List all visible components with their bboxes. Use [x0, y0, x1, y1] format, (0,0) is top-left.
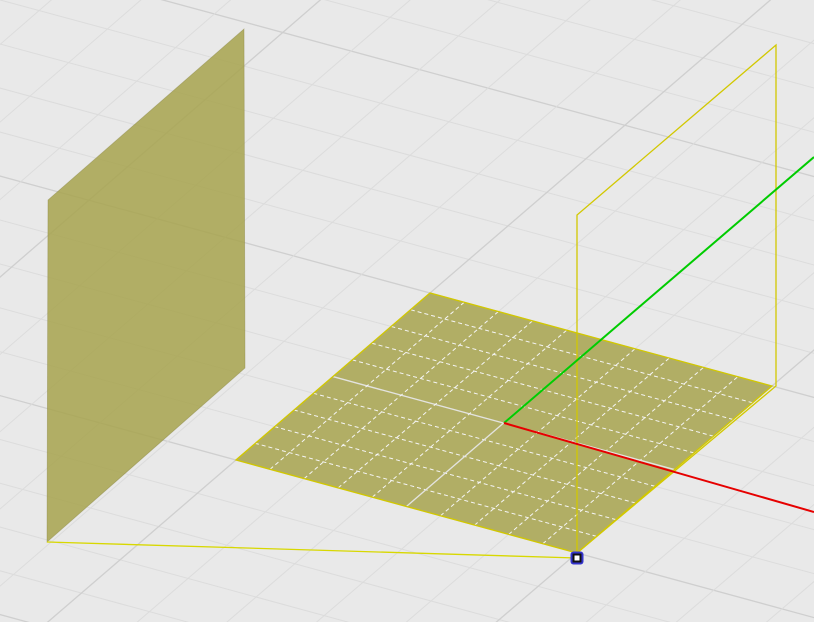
scene-canvas[interactable]: [0, 0, 814, 622]
cad-viewport[interactable]: [0, 0, 814, 622]
origin-vertex-marker[interactable]: [570, 551, 584, 565]
